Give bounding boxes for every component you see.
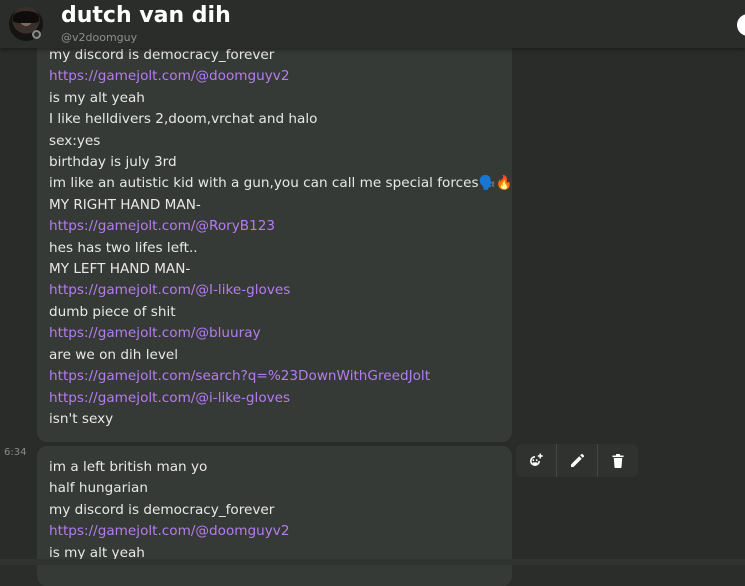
message-line: my discord is democracy_forever bbox=[49, 501, 275, 518]
online-status-indicator bbox=[32, 30, 41, 39]
message-link[interactable]: https://gamejolt.com/@doomguyv2 bbox=[49, 521, 290, 542]
message-bubble: im a left british man yo half hungarian my… bbox=[37, 446, 512, 586]
conversation-header: dutch van dih @v2doomguy bbox=[0, 0, 745, 48]
chat-area: my discord is democracy_forever https://g… bbox=[0, 0, 745, 586]
message-line: isn't sexy bbox=[49, 410, 114, 427]
delete-icon bbox=[612, 453, 624, 468]
message-link[interactable]: https://gamejolt.com/search?q=%23DownWit… bbox=[49, 366, 512, 387]
avatar-hat-shape bbox=[13, 11, 39, 23]
message-line: birthday is july 3rd bbox=[49, 154, 177, 171]
add-reaction-button[interactable] bbox=[516, 444, 556, 477]
message-line: sex:yes bbox=[49, 132, 101, 149]
composer-edge bbox=[0, 559, 745, 565]
display-name[interactable]: dutch van dih bbox=[61, 3, 231, 28]
message-line: im like an autistic kid with a gun,you c… bbox=[49, 175, 513, 192]
message-content: my discord is democracy_forever https://g… bbox=[49, 45, 512, 430]
message-link[interactable]: https://gamejolt.com/@doomguyv2 bbox=[49, 66, 512, 87]
message-content: im a left british man yo half hungarian my… bbox=[49, 457, 290, 564]
message-link[interactable]: https://gamejolt.com/@RoryB123 bbox=[49, 216, 512, 237]
add-reaction-icon bbox=[530, 453, 543, 466]
edit-button[interactable] bbox=[556, 444, 597, 477]
message-line: I like helldivers 2,doom,vrchat and halo bbox=[49, 111, 318, 128]
message-link[interactable]: https://gamejolt.com/@I-like-gloves bbox=[49, 280, 512, 301]
message-bubble: my discord is democracy_forever https://g… bbox=[37, 20, 512, 442]
message-line: my discord is democracy_forever bbox=[49, 47, 275, 63]
message-link[interactable]: https://gamejolt.com/@i-like-gloves bbox=[49, 388, 512, 409]
message-actions-toolbar bbox=[516, 444, 638, 477]
message-line: dumb piece of shit bbox=[49, 303, 176, 320]
message-link[interactable]: https://gamejolt.com/@bluuray bbox=[49, 323, 512, 344]
message-line: MY LEFT HAND MAN- bbox=[49, 261, 191, 278]
delete-button[interactable] bbox=[597, 444, 638, 477]
message-line: is my alt yeah bbox=[49, 89, 145, 106]
header-action-icon[interactable] bbox=[737, 14, 745, 36]
message-line: half hungarian bbox=[49, 480, 148, 497]
message-line: hes has two lifes left.. bbox=[49, 239, 198, 256]
message-line: im a left british man yo bbox=[49, 459, 208, 475]
message-line: MY RIGHT HAND MAN- bbox=[49, 196, 201, 213]
edit-icon bbox=[571, 453, 585, 467]
username: @v2doomguy bbox=[61, 31, 138, 44]
message-timestamp: 6:34 bbox=[4, 447, 27, 458]
message-line: are we on dih level bbox=[49, 346, 179, 363]
